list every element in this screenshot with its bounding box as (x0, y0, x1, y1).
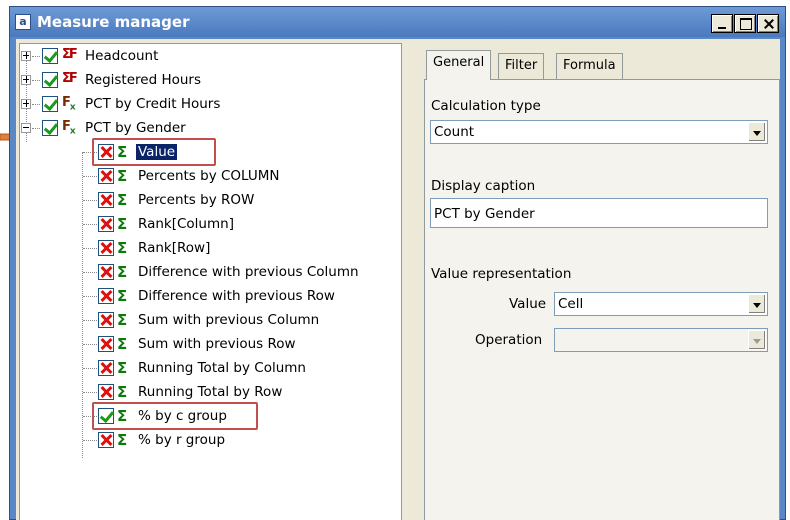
sigma-icon: Σ (117, 383, 128, 401)
value-select-value: Cell (558, 296, 584, 312)
close-button[interactable] (757, 14, 779, 33)
tree-child[interactable]: Σ % by r group (20, 428, 400, 452)
tree-child[interactable]: Σ Sum with previous Column (20, 308, 400, 332)
measure-manager-window: a Measure manager ΣF Headcount ΣF Regist… (9, 6, 786, 520)
value-representation-label: Value representation (431, 266, 572, 282)
checkbox-checked-icon[interactable] (42, 48, 58, 64)
tree-child[interactable]: Σ Difference with previous Row (20, 284, 400, 308)
checkbox-unchecked-icon[interactable] (98, 336, 114, 352)
checkbox-unchecked-icon[interactable] (98, 432, 114, 448)
checkbox-unchecked-icon[interactable] (98, 312, 114, 328)
tab-formula[interactable]: Formula (556, 53, 623, 79)
tree-child[interactable]: Σ Percents by ROW (20, 188, 400, 212)
sigma-icon: Σ (117, 311, 128, 329)
checkbox-unchecked-icon[interactable] (98, 360, 114, 376)
collapse-icon[interactable] (21, 123, 31, 133)
display-caption-label: Display caption (431, 178, 536, 194)
maximize-button[interactable] (734, 14, 756, 33)
tree-child-label: Rank[Row] (138, 240, 211, 256)
highlight-box-value (92, 138, 216, 166)
measure-tree[interactable]: ΣF Headcount ΣF Registered Hours Fx PCT … (19, 43, 402, 520)
sigma-icon: Σ (117, 191, 128, 209)
tree-item-label: Registered Hours (85, 72, 202, 88)
checkbox-unchecked-icon[interactable] (98, 240, 114, 256)
sigma-icon: Σ (117, 359, 128, 377)
tree-item-pct-by-credit-hours[interactable]: Fx PCT by Credit Hours (20, 92, 400, 116)
value-select[interactable]: Cell (554, 292, 768, 316)
title-bar[interactable]: a Measure manager (10, 7, 785, 37)
sigma-icon: Σ (117, 335, 128, 353)
tree-child-label: Running Total by Column (138, 360, 306, 376)
tree-child[interactable]: Σ Running Total by Row (20, 380, 400, 404)
expand-icon[interactable] (21, 99, 31, 109)
sigma-icon: Σ (117, 215, 128, 233)
expand-icon[interactable] (21, 75, 31, 85)
checkbox-checked-icon[interactable] (42, 120, 58, 136)
tree-child[interactable]: Σ Percents by COLUMN (20, 164, 400, 188)
tree-child[interactable]: Σ Running Total by Column (20, 356, 400, 380)
tree-child-label: Difference with previous Row (138, 288, 335, 304)
sigma-icon: Σ (117, 167, 128, 185)
sigma-f-icon: ΣF (62, 71, 78, 86)
tree-child[interactable]: Σ Rank[Row] (20, 236, 400, 260)
tree-item-pct-by-gender[interactable]: Fx PCT by Gender (20, 116, 400, 140)
tree-child-label: % by r group (138, 432, 226, 448)
minimize-button[interactable] (711, 14, 733, 33)
maximize-icon (735, 15, 755, 32)
chevron-down-icon[interactable] (748, 294, 766, 314)
tree-item-label: PCT by Gender (85, 120, 186, 136)
tree-child-label: Percents by COLUMN (138, 168, 280, 184)
fx-icon: Fx (62, 119, 76, 137)
checkbox-unchecked-icon[interactable] (98, 168, 114, 184)
tree-child[interactable]: Σ Sum with previous Row (20, 332, 400, 356)
general-tab-page: Calculation type Count Display caption P… (424, 79, 780, 520)
calculation-type-select[interactable]: Count (430, 120, 768, 144)
tree-child-label: Rank[Column] (138, 216, 234, 232)
checkbox-unchecked-icon[interactable] (98, 216, 114, 232)
tree-child-label: Difference with previous Column (138, 264, 359, 280)
display-caption-input[interactable]: PCT by Gender (430, 198, 768, 228)
window-client-area: ΣF Headcount ΣF Registered Hours Fx PCT … (16, 39, 780, 520)
tree-item-label: PCT by Credit Hours (85, 96, 221, 112)
operation-select[interactable] (554, 328, 768, 352)
highlight-box-pct-by-c-group (92, 402, 258, 430)
operation-label: Operation (475, 332, 543, 348)
expand-icon[interactable] (21, 51, 31, 61)
tree-child-label: Sum with previous Row (138, 336, 296, 352)
tab-general[interactable]: General (426, 50, 492, 80)
checkbox-checked-icon[interactable] (42, 96, 58, 112)
calculation-type-label: Calculation type (431, 98, 541, 114)
window-title: Measure manager (37, 13, 190, 31)
chevron-down-icon (748, 330, 766, 350)
sigma-icon: Σ (117, 239, 128, 257)
sigma-icon: Σ (117, 431, 128, 449)
app-icon: a (15, 14, 31, 30)
calculation-type-value: Count (434, 124, 475, 140)
close-icon (758, 15, 778, 32)
checkbox-unchecked-icon[interactable] (98, 264, 114, 280)
fx-icon: Fx (62, 95, 76, 113)
tab-filter[interactable]: Filter (498, 53, 545, 79)
tree-child-label: Sum with previous Column (138, 312, 320, 328)
value-label: Value (509, 296, 547, 312)
minimize-icon (712, 15, 732, 32)
tree-child-label: Running Total by Row (138, 384, 283, 400)
checkbox-unchecked-icon[interactable] (98, 384, 114, 400)
tree-child-label: Percents by ROW (138, 192, 255, 208)
checkbox-unchecked-icon[interactable] (98, 288, 114, 304)
sigma-icon: Σ (117, 263, 128, 281)
sigma-f-icon: ΣF (62, 47, 78, 62)
tree-item-headcount[interactable]: ΣF Headcount (20, 44, 400, 68)
checkbox-unchecked-icon[interactable] (98, 192, 114, 208)
tree-item-label: Headcount (85, 48, 159, 64)
tree-item-registered-hours[interactable]: ΣF Registered Hours (20, 68, 400, 92)
chevron-down-icon[interactable] (748, 122, 766, 142)
tree-child[interactable]: Σ Rank[Column] (20, 212, 400, 236)
sigma-icon: Σ (117, 287, 128, 305)
checkbox-checked-icon[interactable] (42, 72, 58, 88)
tree-child[interactable]: Σ Difference with previous Column (20, 260, 400, 284)
